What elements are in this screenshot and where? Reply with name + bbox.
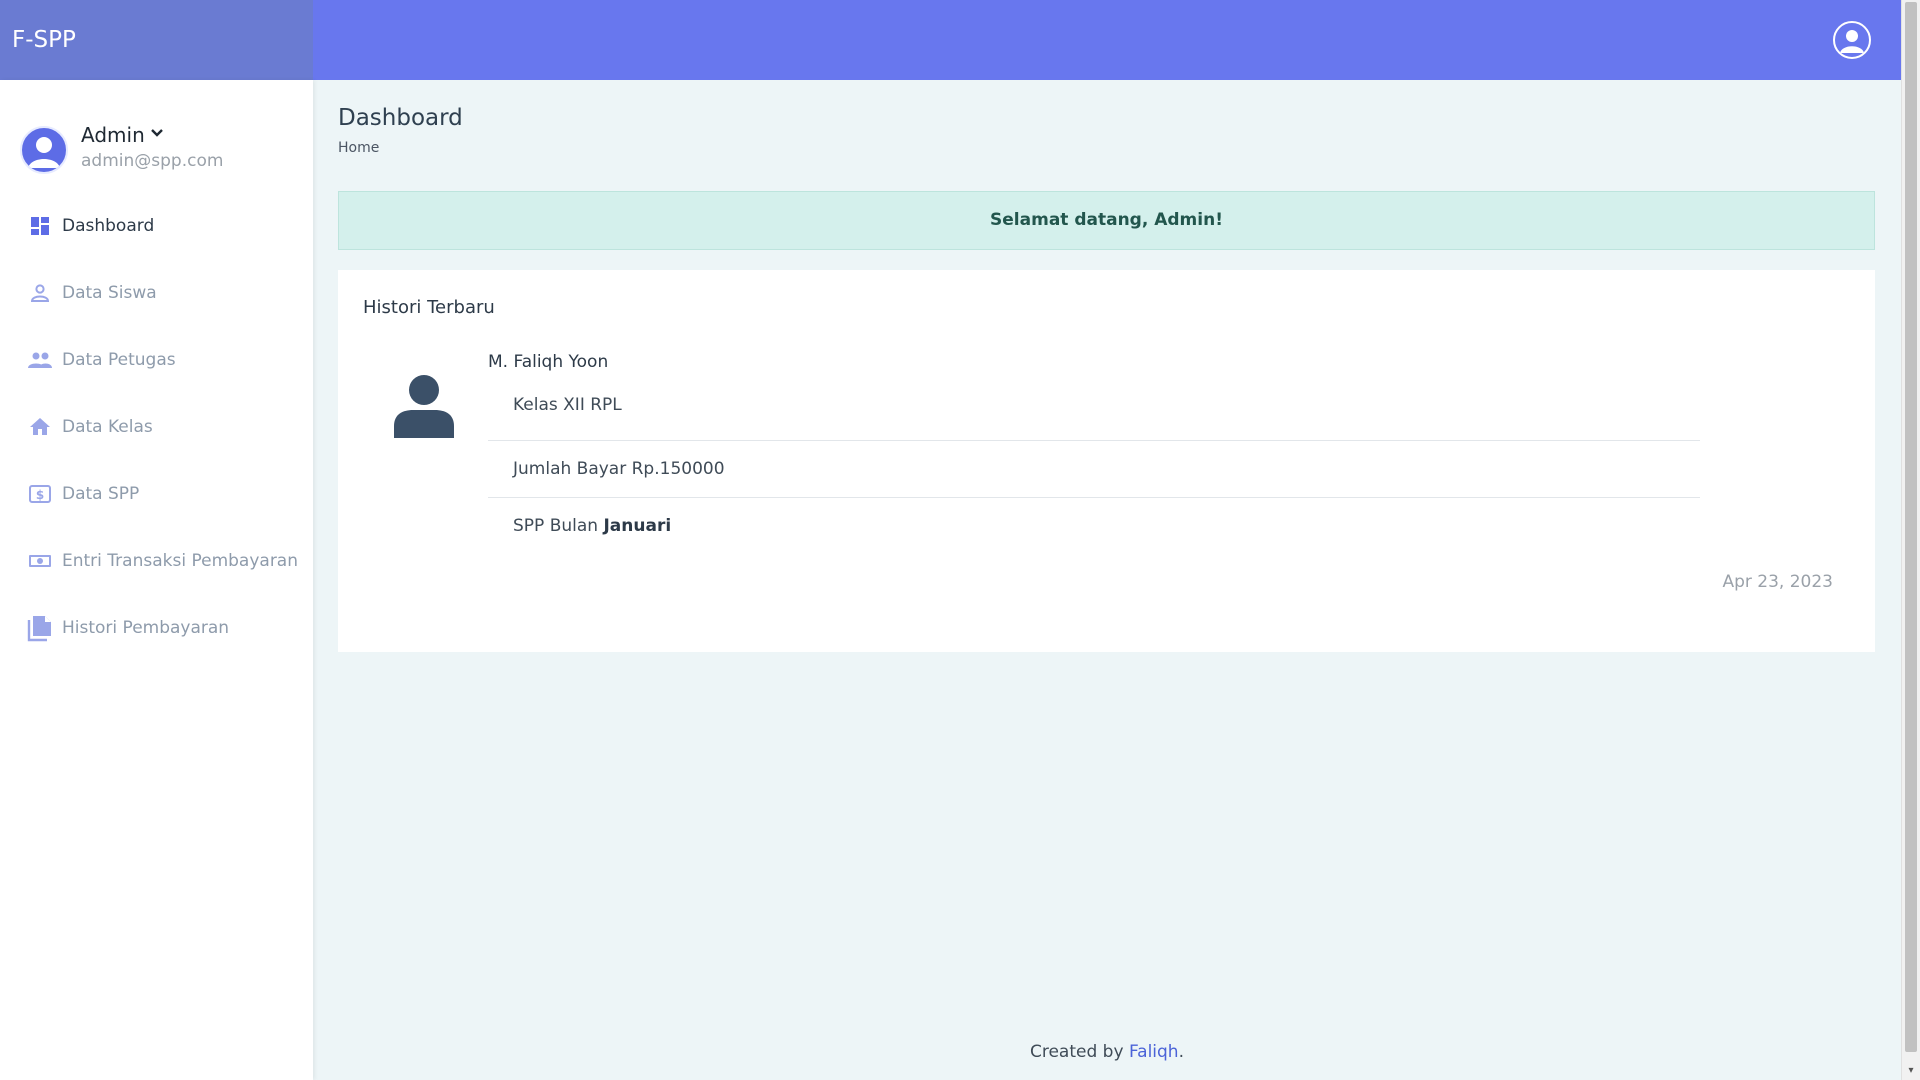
user-name: Admin	[81, 123, 145, 147]
people-icon	[27, 347, 53, 373]
history-card: Histori Terbaru M. Faliqh Yoon Kelas XII…	[338, 270, 1875, 652]
main-content: Dashboard Home Selamat datang, Admin! Hi…	[313, 80, 1901, 1080]
sidebar-item-entri-transaksi[interactable]: Entri Transaksi Pembayaran	[27, 545, 298, 577]
home-icon	[27, 414, 53, 440]
history-class: Kelas XII RPL	[488, 384, 1700, 441]
breadcrumb[interactable]: Home	[338, 140, 379, 156]
user-panel[interactable]: Admin admin@spp.com	[20, 122, 300, 174]
scroll-down-arrow-icon[interactable]: ▾	[1905, 1064, 1917, 1078]
sidebar-item-label: Data Siswa	[62, 283, 157, 303]
sidebar-item-label: Entri Transaksi Pembayaran	[62, 551, 298, 571]
sidebar-item-label: Data Kelas	[62, 417, 153, 437]
page-title: Dashboard	[338, 105, 463, 131]
top-navbar: F-SPP	[0, 0, 1901, 80]
person-icon	[27, 280, 53, 306]
dashboard-icon	[27, 213, 53, 239]
history-card-title: Histori Terbaru	[363, 297, 495, 318]
dollar-icon: $	[27, 481, 53, 507]
history-amount: Jumlah Bayar Rp.150000	[488, 441, 1700, 498]
user-avatar-icon[interactable]	[1833, 21, 1871, 59]
sidebar-item-dashboard[interactable]: Dashboard	[27, 210, 154, 242]
history-student-name: M. Faliqh Yoon	[488, 352, 609, 372]
avatar	[20, 126, 68, 174]
library-books-icon	[27, 615, 53, 642]
brand-logo[interactable]: F-SPP	[0, 0, 313, 80]
spp-month-prefix: SPP Bulan	[513, 516, 599, 536]
money-icon	[27, 548, 53, 574]
sidebar: Admin admin@spp.com Dashboard Data Siswa…	[0, 80, 313, 1080]
sidebar-item-label: Data SPP	[62, 484, 140, 504]
footer-author-link[interactable]: Faliqh	[1129, 1042, 1179, 1062]
footer-suffix: .	[1178, 1042, 1184, 1062]
sidebar-item-data-kelas[interactable]: Data Kelas	[27, 411, 153, 443]
welcome-alert: Selamat datang, Admin!	[338, 191, 1875, 250]
history-date: Apr 23, 2023	[1722, 572, 1833, 592]
sidebar-item-data-spp[interactable]: $ Data SPP	[27, 478, 139, 510]
sidebar-item-data-petugas[interactable]: Data Petugas	[27, 344, 176, 376]
spp-month-value: Januari	[603, 516, 672, 536]
svg-text:$: $	[36, 488, 44, 502]
sidebar-item-histori-pembayaran[interactable]: Histori Pembayaran	[27, 612, 229, 644]
sidebar-item-data-siswa[interactable]: Data Siswa	[27, 277, 157, 309]
person-icon	[393, 374, 455, 438]
scrollbar-thumb[interactable]	[1905, 2, 1917, 1052]
sidebar-item-label: Dashboard	[62, 216, 155, 236]
sidebar-item-label: Histori Pembayaran	[62, 618, 230, 638]
user-email: admin@spp.com	[81, 151, 224, 171]
history-spp-month: SPP Bulan Januari	[488, 498, 1700, 555]
sidebar-item-label: Data Petugas	[62, 350, 176, 370]
scrollbar[interactable]: ▾	[1901, 0, 1920, 1080]
chevron-down-icon[interactable]	[150, 126, 164, 144]
footer: Created by Faliqh.	[313, 1042, 1901, 1062]
footer-prefix: Created by	[1029, 1042, 1124, 1062]
